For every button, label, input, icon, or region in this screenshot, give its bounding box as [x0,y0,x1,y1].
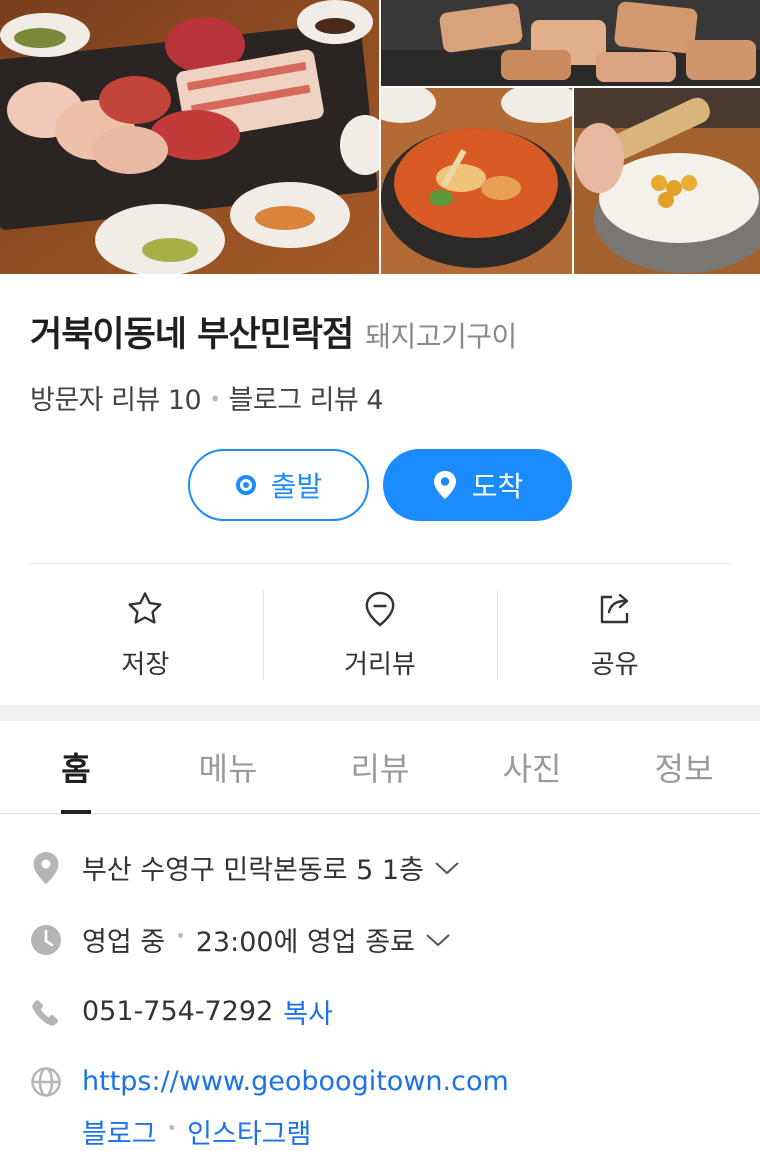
save-button[interactable]: 저장 [28,564,263,694]
share-icon [596,590,634,632]
visitor-reviews-link[interactable]: 방문자 리뷰 10 [30,385,202,416]
website-row: https://www.geoboogitown.com [30,1066,509,1097]
instagram-link[interactable]: 인스타그램 [187,1112,311,1151]
separator-dot: • [166,1118,178,1139]
depart-label: 출발 [270,470,323,503]
action-separator [263,590,264,680]
tab-review[interactable]: 리뷰 [304,721,456,813]
photo-stew[interactable] [381,88,572,274]
origin-dot-icon [235,474,257,496]
photo-pot-rice[interactable] [574,88,760,274]
globe-icon [30,1066,62,1097]
depart-button[interactable]: 출발 [188,449,369,521]
social-links-row: 블로그 • 인스타그램 [82,1112,311,1151]
place-category: 돼지고기구이 [365,320,517,353]
website-link[interactable]: https://www.geoboogitown.com [82,1066,509,1097]
tab-bar: 홈 메뉴 리뷰 사진 정보 [0,721,760,814]
hours-status: 영업 중 [82,927,166,958]
photo-grill-pork[interactable] [381,0,760,86]
share-button[interactable]: 공유 [497,564,732,694]
tab-menu[interactable]: 메뉴 [152,721,304,813]
save-label: 저장 [121,650,170,680]
street-view-button[interactable]: 거리뷰 [263,564,498,694]
chevron-down-icon[interactable] [425,932,451,948]
location-pin-icon [30,851,62,885]
phone-row: 051-754-7292 복사 [30,992,333,1031]
separator-dot: • [175,926,186,947]
phone-number[interactable]: 051-754-7292 [82,996,273,1027]
address-text: 부산 수영구 민락본동로 5 1층 [82,855,424,886]
map-pin-icon [432,470,458,500]
address-row[interactable]: 부산 수영구 민락본동로 5 1층 [30,848,460,887]
clock-icon [30,924,62,956]
tab-home[interactable]: 홈 [0,721,152,814]
separator-dot: • [209,387,221,411]
copy-button[interactable]: 복사 [283,992,333,1031]
hours-detail: 23:00에 영업 종료 [195,927,415,958]
arrive-label: 도착 [471,470,524,503]
review-summary: 방문자 리뷰 10 • 블로그 리뷰 4 [30,378,384,417]
photo-gallery[interactable] [0,0,760,274]
tab-photo[interactable]: 사진 [456,721,608,813]
street-view-label: 거리뷰 [344,650,416,680]
street-view-pin-icon [361,590,399,632]
action-separator [497,590,498,680]
hours-row[interactable]: 영업 중 • 23:00에 영업 종료 [30,920,451,959]
star-icon [126,590,164,632]
action-bar: 저장 거리뷰 공유 [28,564,732,694]
place-name: 거북이동네 부산민락점 [30,315,354,355]
chevron-down-icon[interactable] [434,860,460,876]
arrive-button[interactable]: 도착 [383,449,572,521]
blog-link[interactable]: 블로그 [82,1112,157,1151]
share-label: 공유 [590,650,639,680]
tab-info[interactable]: 정보 [608,721,760,813]
phone-icon [30,998,62,1026]
section-gap [0,705,760,721]
photo-grilled-pork-platter[interactable] [0,0,379,274]
blog-reviews-link[interactable]: 블로그 리뷰 4 [229,385,384,416]
